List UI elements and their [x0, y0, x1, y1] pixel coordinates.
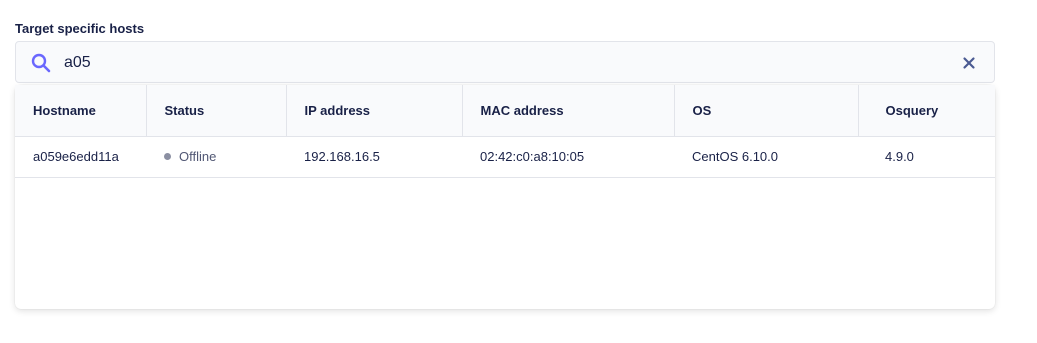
cell-os: CentOS 6.10.0 — [692, 149, 778, 164]
column-header-mac-address[interactable]: MAC address — [462, 85, 675, 137]
cell-ip-address: 192.168.16.5 — [304, 149, 380, 164]
table-row[interactable]: a059e6edd11a Offline 192.168.16.5 02:42:… — [15, 136, 995, 177]
column-header-hostname[interactable]: Hostname — [15, 85, 147, 137]
section-label: Target specific hosts — [15, 21, 145, 36]
cell-hostname: a059e6edd11a — [33, 149, 119, 164]
status-dot-icon — [164, 153, 171, 160]
search-box[interactable] — [15, 41, 995, 83]
hosts-table: Hostname Status IP address MAC address O… — [15, 85, 995, 178]
search-input[interactable] — [64, 51, 944, 75]
cell-osquery: 4.9.0 — [885, 149, 914, 164]
cell-mac-address: 02:42:c0:a8:10:05 — [480, 149, 585, 164]
search-icon — [31, 53, 51, 73]
cell-status: Offline — [146, 136, 286, 177]
column-header-ip-address[interactable]: IP address — [286, 85, 463, 137]
close-icon[interactable] — [962, 56, 976, 70]
column-header-osquery[interactable]: Osquery — [858, 85, 995, 137]
column-header-os[interactable]: OS — [674, 85, 859, 137]
column-header-status[interactable]: Status — [146, 85, 287, 137]
status-text: Offline — [179, 149, 217, 164]
results-dropdown: Hostname Status IP address MAC address O… — [15, 85, 995, 309]
table-header-row: Hostname Status IP address MAC address O… — [15, 85, 995, 137]
